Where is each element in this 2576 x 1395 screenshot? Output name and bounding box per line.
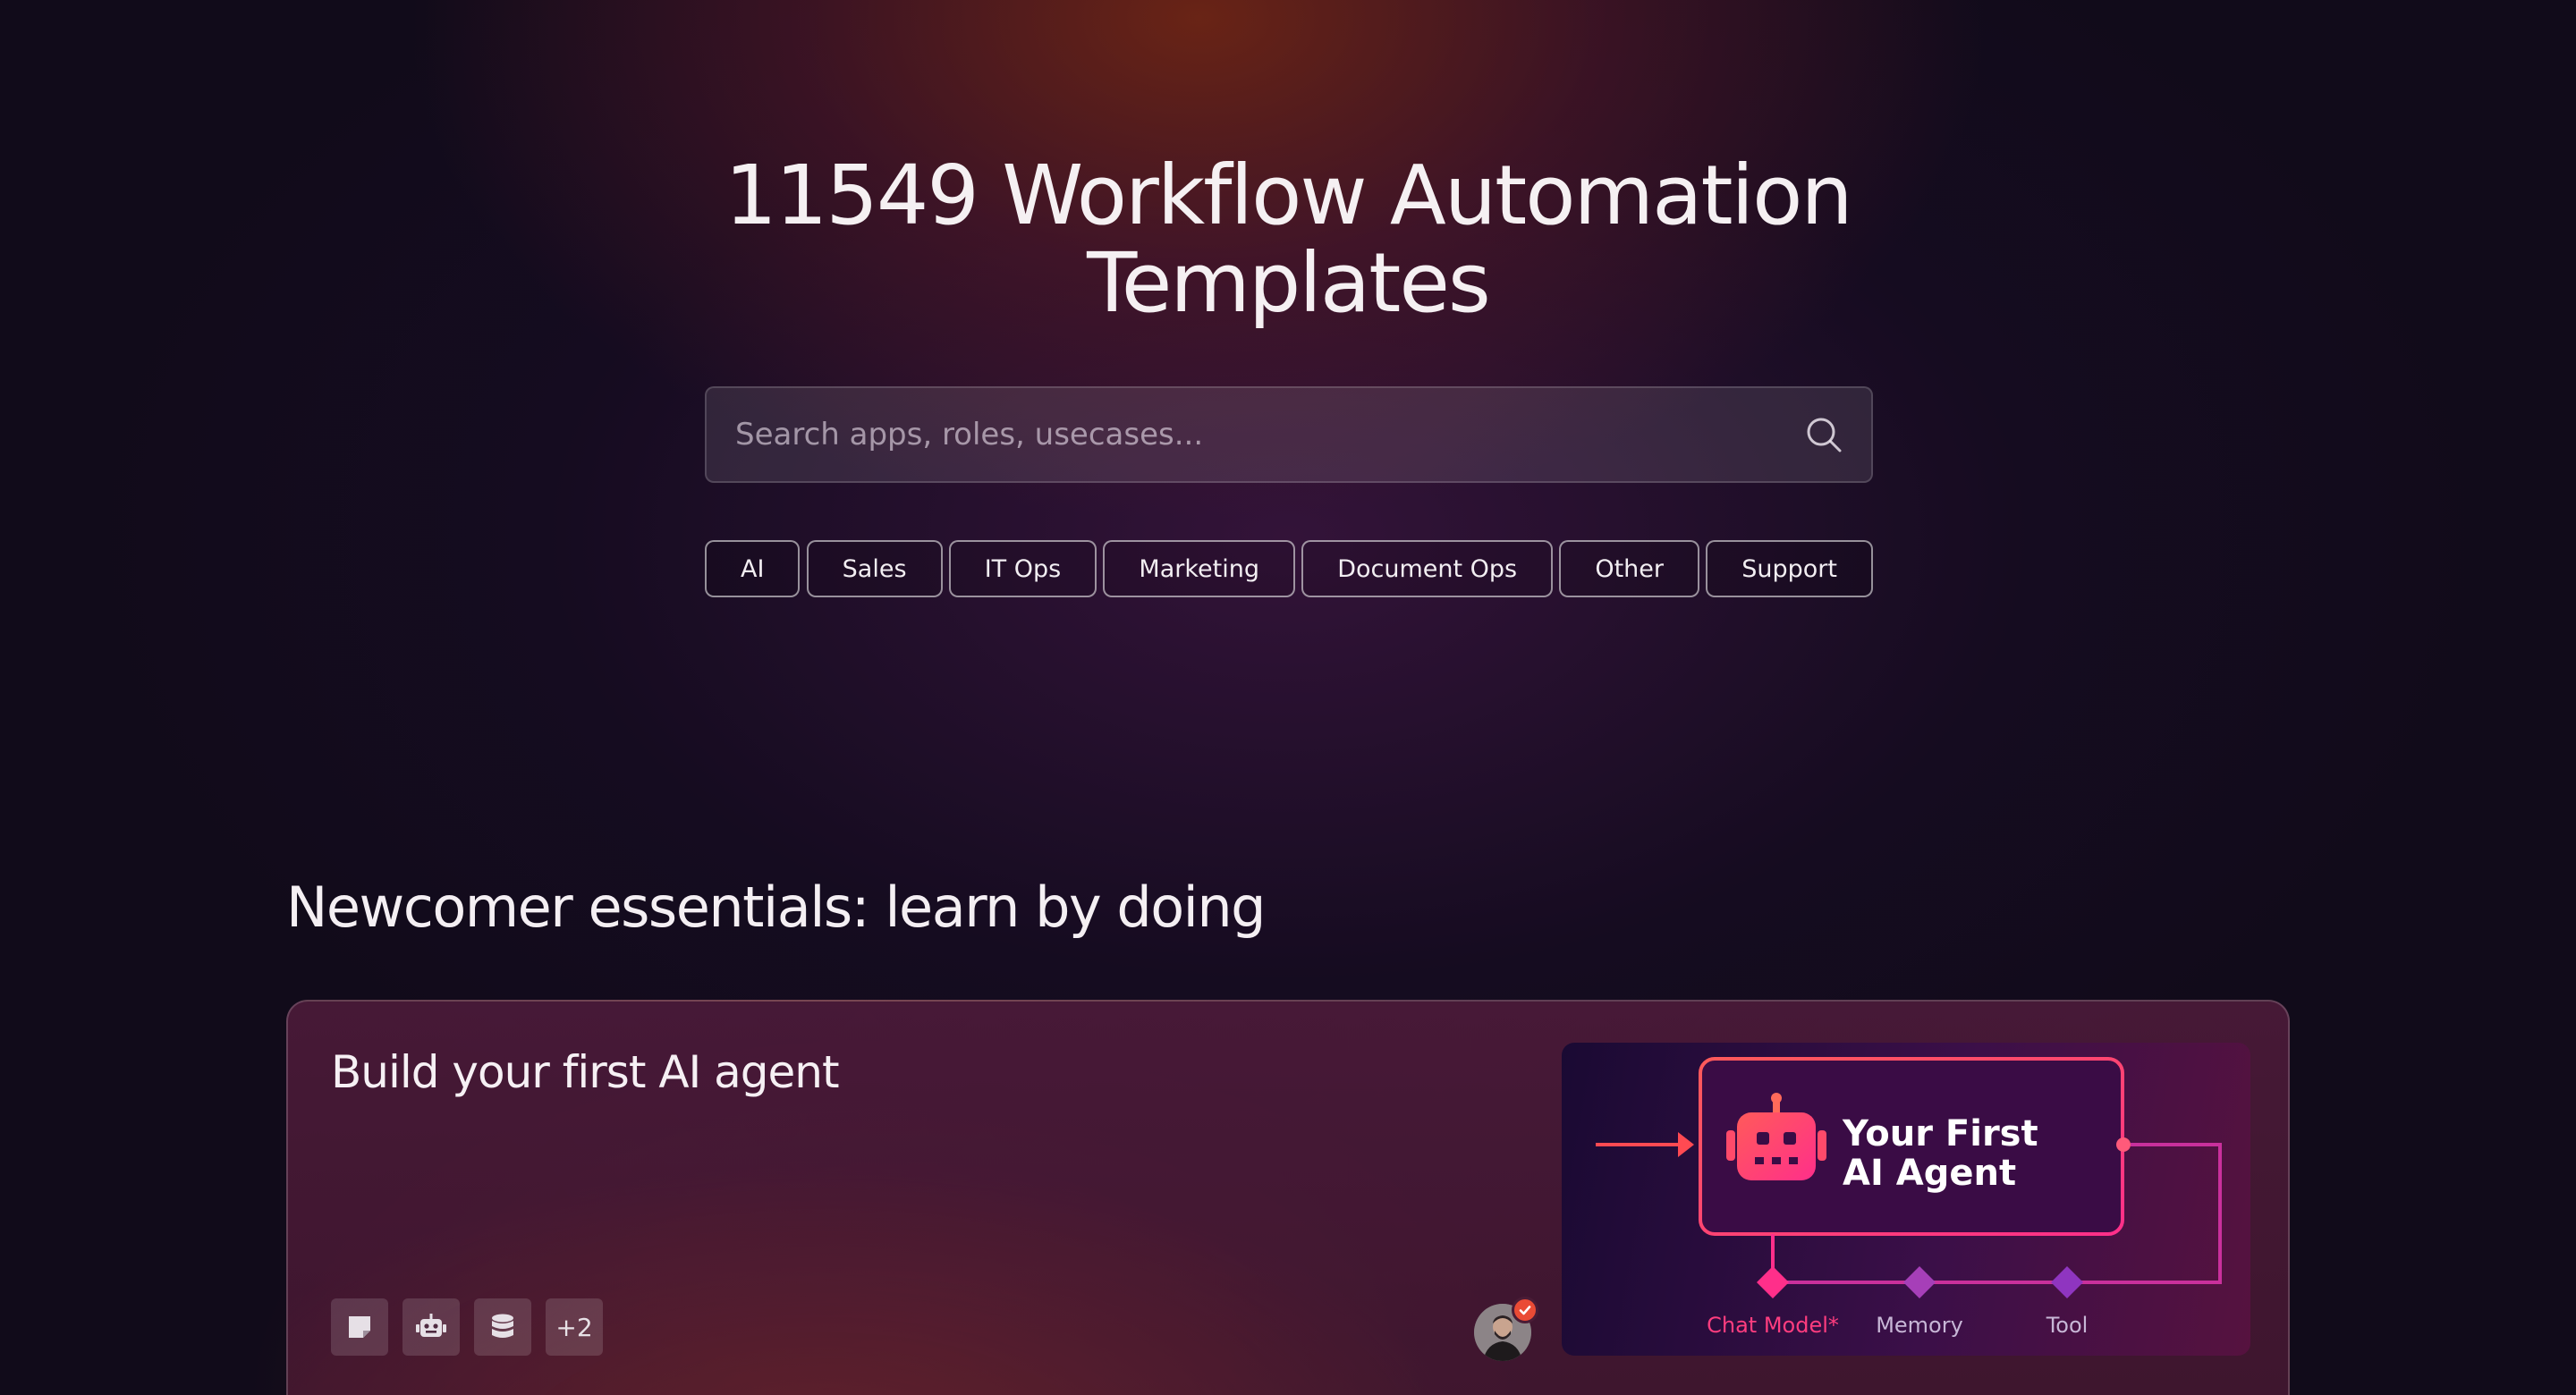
category-chip-it-ops[interactable]: IT Ops xyxy=(948,540,1097,597)
section-title: Newcomer essentials: learn by doing xyxy=(286,875,1267,940)
author-avatar-group[interactable] xyxy=(1474,1297,1538,1361)
tool-port xyxy=(2051,1266,2083,1298)
category-chip-document-ops[interactable]: Document Ops xyxy=(1301,540,1554,597)
agent-node-title: Your First AI Agent xyxy=(1843,1113,2038,1194)
hero: 11549 Workflow Automation Templates xyxy=(0,152,2576,327)
workflow-diagram xyxy=(1596,1057,2222,1298)
category-chip-other[interactable]: Other xyxy=(1559,540,1699,597)
database-icon xyxy=(474,1298,531,1356)
template-node-icons: +2 xyxy=(331,1298,603,1356)
category-chip-sales[interactable]: Sales xyxy=(806,540,943,597)
chat-model-label: Chat Model* xyxy=(1707,1313,1839,1338)
template-card-title[interactable]: Build your first AI agent xyxy=(331,1046,840,1098)
tool-label: Tool xyxy=(2046,1313,2089,1338)
memory-port xyxy=(1903,1266,1936,1298)
page-title: 11549 Workflow Automation Templates xyxy=(0,152,2576,327)
category-filters: AI Sales IT Ops Marketing Document Ops O… xyxy=(705,540,1873,597)
search-input[interactable] xyxy=(735,417,1803,452)
search-icon[interactable] xyxy=(1803,414,1844,455)
category-chip-ai[interactable]: AI xyxy=(705,540,801,597)
search-bar[interactable] xyxy=(705,386,1873,483)
sticky-note-icon xyxy=(331,1298,388,1356)
category-chip-support[interactable]: Support xyxy=(1706,540,1873,597)
page-title-line1: 11549 Workflow Automation xyxy=(724,148,1852,243)
verified-check-icon xyxy=(1512,1297,1538,1323)
template-card[interactable]: Build your first AI agent +2 Your First … xyxy=(286,1000,2290,1395)
robot-icon xyxy=(402,1298,460,1356)
memory-label: Memory xyxy=(1876,1313,1963,1338)
input-arrowhead xyxy=(1678,1132,1694,1157)
output-handle xyxy=(2116,1137,2131,1152)
more-nodes-count: +2 xyxy=(546,1298,603,1356)
page-title-line2: Templates xyxy=(1087,235,1491,331)
chat-model-port xyxy=(1757,1266,1789,1298)
category-chip-marketing[interactable]: Marketing xyxy=(1103,540,1295,597)
workflow-preview[interactable]: Your First AI Agent Chat Model* Memory T… xyxy=(1562,1043,2250,1356)
